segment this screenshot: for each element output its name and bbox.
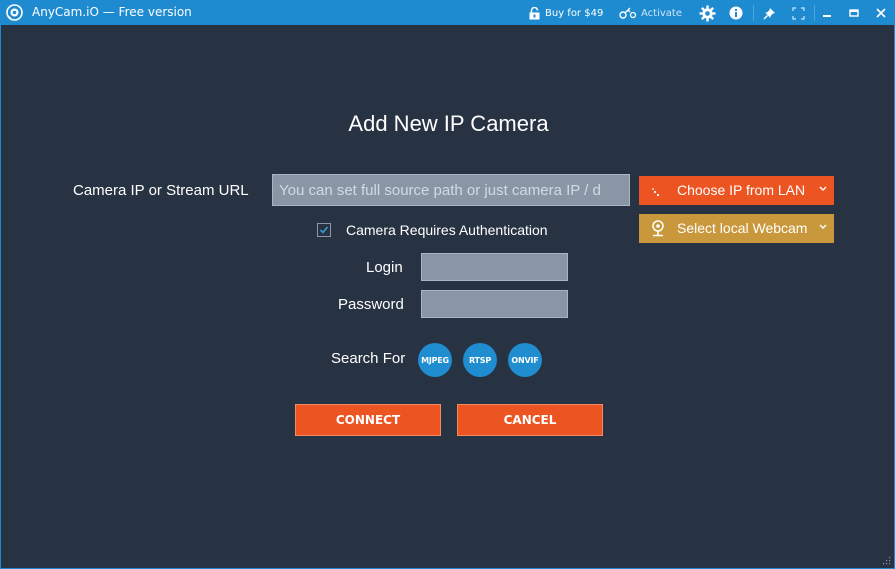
buy-label: Buy for $49: [545, 7, 604, 19]
webcam-icon: [652, 220, 664, 237]
auth-checkbox[interactable]: [317, 223, 331, 237]
minimize-button[interactable]: [817, 3, 837, 23]
url-label: Camera IP or Stream URL: [73, 182, 249, 199]
toolbar-divider: [753, 5, 754, 21]
settings-button[interactable]: [697, 3, 717, 23]
fullscreen-button[interactable]: [788, 3, 808, 23]
resize-grip-icon[interactable]: [883, 557, 891, 565]
cancel-button[interactable]: CANCEL: [457, 404, 603, 436]
maximize-button[interactable]: [844, 3, 864, 23]
toolbar-divider: [814, 5, 815, 21]
key-icon: [619, 7, 637, 19]
auth-label[interactable]: Camera Requires Authentication: [346, 222, 548, 238]
choose-ip-button[interactable]: Choose IP from LAN: [639, 176, 834, 205]
app-window: AnyCam.iO — Free version Buy for $49 Act…: [0, 0, 895, 569]
search-onvif-button[interactable]: ONVIF: [508, 343, 542, 377]
search-for-label: Search For: [331, 350, 406, 367]
anycam-logo-icon: [6, 4, 23, 21]
close-icon: [876, 8, 886, 18]
chevron-down-icon: [819, 224, 827, 229]
info-button[interactable]: [726, 3, 746, 23]
login-label: Login: [366, 259, 403, 276]
select-webcam-button[interactable]: Select local Webcam: [639, 214, 834, 243]
info-icon: [729, 6, 743, 20]
activate-button[interactable]: Activate: [619, 1, 682, 25]
fullscreen-icon: [791, 6, 805, 20]
choose-ip-label: Choose IP from LAN: [677, 182, 806, 198]
network-scan-icon: [652, 188, 660, 197]
pin-button[interactable]: [759, 3, 779, 23]
window-title: AnyCam.iO — Free version: [32, 5, 192, 19]
password-field[interactable]: [421, 290, 568, 318]
search-mjpeg-button[interactable]: MJPEG: [418, 343, 452, 377]
pin-icon: [763, 7, 775, 19]
buy-button[interactable]: Buy for $49: [529, 1, 603, 25]
maximize-icon: [849, 9, 859, 17]
close-button[interactable]: [871, 3, 891, 23]
select-webcam-label: Select local Webcam: [677, 220, 808, 236]
title-bar[interactable]: AnyCam.iO — Free version Buy for $49 Act…: [1, 1, 894, 25]
stream-url-input[interactable]: [272, 174, 630, 206]
activate-label: Activate: [641, 7, 682, 19]
login-field[interactable]: [421, 253, 568, 281]
minimize-icon: [823, 15, 831, 17]
connect-button[interactable]: CONNECT: [295, 404, 441, 436]
unlock-icon: [529, 6, 540, 19]
search-rtsp-button[interactable]: RTSP: [463, 343, 497, 377]
chevron-down-icon: [819, 186, 827, 191]
settings-icon: [699, 5, 715, 21]
password-label: Password: [338, 296, 404, 313]
checkmark-icon: [319, 226, 329, 234]
page-title: Add New IP Camera: [348, 111, 549, 136]
